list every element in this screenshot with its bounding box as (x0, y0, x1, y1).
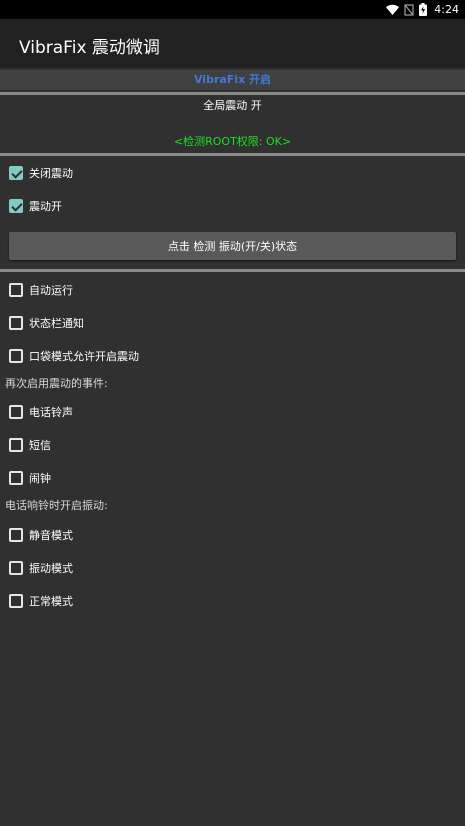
status-banner: VibraFix 开启 (0, 70, 465, 90)
global-vibration-status: 全局震动 开 (203, 99, 262, 112)
checkbox-unchecked[interactable] (9, 561, 23, 575)
pocket-mode-checkbox[interactable]: 口袋模式允许开启震动 (9, 346, 139, 366)
silent-mode-checkbox[interactable]: 静音模式 (9, 525, 73, 545)
checkbox-label: 口袋模式允许开启震动 (29, 350, 139, 363)
checkbox-unchecked[interactable] (9, 594, 23, 608)
checkbox-unchecked[interactable] (9, 438, 23, 452)
checkbox-unchecked[interactable] (9, 471, 23, 485)
phone-ringtone-checkbox[interactable]: 电话铃声 (9, 402, 73, 422)
statusbar-notification-checkbox[interactable]: 状态栏通知 (9, 313, 84, 333)
app-title: VibraFix 震动微调 (19, 38, 160, 58)
checkbox-label: 电话铃声 (29, 406, 73, 419)
check-vibration-status-button[interactable]: 点击 检测 振动(开/关)状态 (9, 232, 456, 260)
checkbox-unchecked[interactable] (9, 283, 23, 297)
checkbox-checked[interactable] (9, 199, 23, 213)
checkbox-label: 振动模式 (29, 562, 73, 575)
divider (0, 153, 465, 156)
checkbox-label: 正常模式 (29, 595, 73, 608)
checkbox-unchecked[interactable] (9, 316, 23, 330)
ringing-section-title: 电话响铃时开启振动: (5, 499, 108, 512)
app-bar: VibraFix 震动微调 (0, 19, 465, 68)
status-bar: 4:24 (0, 0, 465, 19)
checkbox-label: 自动运行 (29, 284, 73, 297)
checkbox-label: 短信 (29, 439, 51, 452)
auto-run-checkbox[interactable]: 自动运行 (9, 280, 73, 300)
divider (0, 269, 465, 272)
checkbox-checked[interactable] (9, 166, 23, 180)
battery-charging-icon (419, 3, 428, 16)
checkbox-unchecked[interactable] (9, 528, 23, 542)
disable-vibration-checkbox[interactable]: 关闭震动 (9, 163, 73, 183)
checkbox-label: 关闭震动 (29, 167, 73, 180)
checkbox-unchecked[interactable] (9, 349, 23, 363)
alarm-checkbox[interactable]: 闹钟 (9, 468, 51, 488)
events-section-title: 再次启用震动的事件: (5, 377, 108, 390)
divider (0, 92, 465, 95)
checkbox-label: 闹钟 (29, 472, 51, 485)
sms-checkbox[interactable]: 短信 (9, 435, 51, 455)
status-time: 4:24 (434, 3, 459, 16)
status-icons: 4:24 (386, 1, 459, 18)
checkbox-label: 震动开 (29, 200, 62, 213)
vibration-on-checkbox[interactable]: 震动开 (9, 196, 62, 216)
normal-mode-checkbox[interactable]: 正常模式 (9, 591, 73, 611)
checkbox-unchecked[interactable] (9, 405, 23, 419)
checkbox-label: 状态栏通知 (29, 317, 84, 330)
no-sim-icon (404, 3, 414, 16)
root-check-status: <检测ROOT权限: OK> (173, 135, 292, 148)
wifi-icon (386, 4, 400, 15)
checkbox-label: 静音模式 (29, 529, 73, 542)
vibrate-mode-checkbox[interactable]: 振动模式 (9, 558, 73, 578)
